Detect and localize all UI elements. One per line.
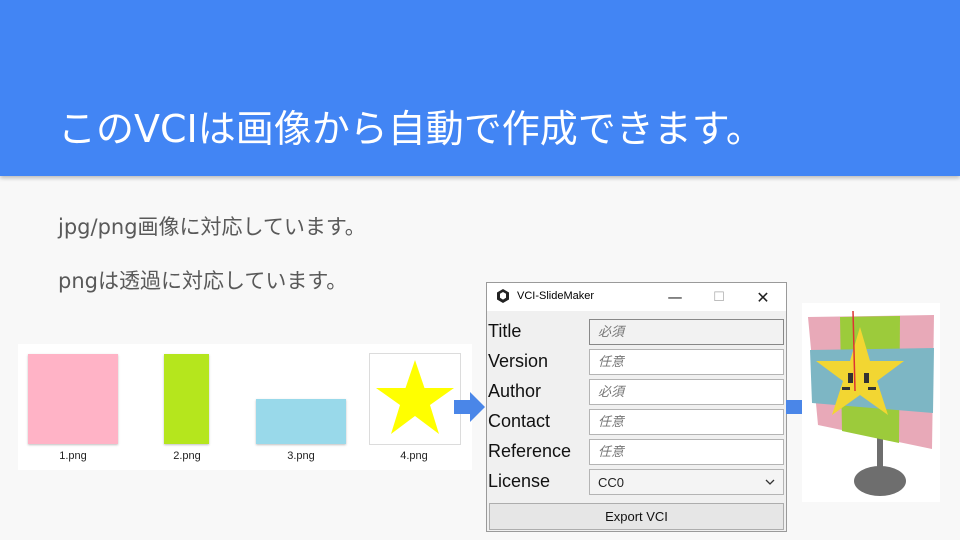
bullet-transparency: pngは透過に対応しています。 — [58, 269, 348, 293]
contact-label: Contact — [488, 411, 551, 431]
contact-input[interactable] — [589, 409, 784, 435]
license-select[interactable]: CC0 — [589, 469, 784, 495]
reference-label: Reference — [488, 441, 572, 461]
author-input[interactable] — [589, 379, 784, 405]
thumbnail-label: 3.png — [287, 450, 315, 462]
title-banner: このVCIは画像から自動で作成できます。 — [0, 0, 960, 176]
export-vci-button[interactable]: Export VCI — [489, 503, 784, 530]
version-input[interactable] — [589, 349, 784, 375]
right-arrow-icon — [454, 392, 485, 422]
author-label: Author — [488, 381, 542, 401]
chevron-down-icon — [765, 479, 775, 485]
thumbnail-star — [369, 353, 461, 445]
unity-icon — [497, 289, 509, 303]
thumbnail-label: 4.png — [400, 450, 428, 462]
thumbnail-green-rect — [164, 354, 209, 444]
bullet-formats: jpg/png画像に対応しています。 — [58, 215, 366, 239]
vci-preview-image — [802, 303, 940, 502]
version-label: Version — [488, 351, 549, 371]
title-label: Title — [488, 321, 522, 341]
minimize-button[interactable]: — — [655, 283, 695, 311]
title-input[interactable] — [589, 319, 784, 345]
star-icon — [376, 360, 454, 434]
window-title: VCI-SlideMaker — [517, 290, 595, 302]
image-thumbnails-panel: 1.png 2.png 3.png 4.png — [18, 344, 472, 470]
vci-slidemaker-window: VCI-SlideMaker — ☐ ✕ Title Version Autho… — [486, 282, 787, 532]
window-titlebar: VCI-SlideMaker — ☐ ✕ — [487, 283, 786, 311]
maximize-button[interactable]: ☐ — [699, 283, 739, 311]
thumbnail-pink-square — [28, 354, 118, 444]
slide-title: このVCIは画像から自動で作成できます。 — [58, 107, 764, 151]
license-value: CC0 — [598, 475, 625, 490]
license-label: License — [488, 471, 551, 491]
vci-signboard-render — [808, 310, 934, 496]
thumbnail-blue-rect — [256, 399, 346, 444]
reference-input[interactable] — [589, 439, 784, 465]
thumbnail-label: 2.png — [173, 450, 201, 462]
thumbnail-label: 1.png — [59, 450, 87, 462]
close-button[interactable]: ✕ — [743, 283, 783, 311]
